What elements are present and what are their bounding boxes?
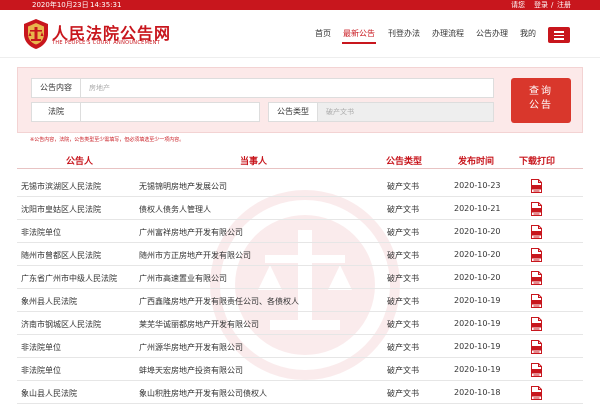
party-cell[interactable]: 广州富祥房地产开发有限公司	[139, 227, 243, 238]
nav-latest-announcements[interactable]: 最新公告	[343, 28, 375, 39]
date-cell: 2020-10-19	[454, 342, 501, 351]
date-cell: 2020-10-20	[454, 250, 501, 259]
type-cell: 破产文书	[387, 343, 419, 352]
search-panel: 公告内容 房地产 法院 公告类型 破产文书 查询 公告	[17, 67, 583, 133]
menu-icon[interactable]	[548, 27, 570, 43]
pdf-download-icon[interactable]	[531, 179, 542, 193]
party-cell[interactable]: 广州市高速置业有限公司	[139, 273, 227, 284]
pdf-download-icon[interactable]	[531, 225, 542, 239]
table-row[interactable]: 象州县人民法院 广西鑫隆房地产开发有限责任公司、各债权人 破产文书 2020-10-1…	[17, 289, 583, 312]
greeting-text: 请您	[511, 1, 525, 9]
query-button-line1: 查询	[529, 86, 553, 97]
nav-announcement-handling[interactable]: 公告办理	[476, 28, 508, 39]
party-cell[interactable]: 象山积胜房地产开发有限公司债权人	[139, 388, 267, 399]
table-row[interactable]: 非法院单位 广州源华房地产开发有限公司 破产文书 2020-10-19	[17, 335, 583, 358]
search-hint: ※公告内容，法院，公告类型至少需填写，但必须填选至少一项内容。	[30, 137, 185, 143]
pdf-download-icon[interactable]	[531, 317, 542, 331]
header-date: 发布时间	[458, 157, 495, 167]
party-cell[interactable]: 广州源华房地产开发有限公司	[139, 342, 243, 353]
pdf-download-icon[interactable]	[531, 363, 542, 377]
party-cell[interactable]: 莱芜华诚丽都房地产开发有限公司	[139, 319, 259, 330]
announcer-cell: 象州县人民法院	[21, 297, 77, 306]
header-party: 当事人	[240, 157, 268, 167]
top-bar: 2020年10月23日 14:35:31 请您 登录 / 注册	[0, 0, 600, 10]
type-cell: 破产文书	[387, 274, 419, 283]
type-cell: 破产文书	[387, 389, 419, 398]
announcer-cell: 随州市曾都区人民法院	[21, 251, 101, 260]
court-label: 法院	[31, 102, 81, 122]
announcer-cell: 济南市钢城区人民法院	[21, 320, 101, 329]
category-select[interactable]: 破产文书	[317, 102, 494, 122]
table-row[interactable]: 沈阳市皇姑区人民法院 债权人债务人管理人 破产文书 2020-10-21	[17, 197, 583, 220]
login-separator: /	[551, 1, 554, 9]
pdf-download-icon[interactable]	[531, 202, 542, 216]
header-divider	[17, 168, 583, 169]
announcer-cell: 象山县人民法院	[21, 389, 77, 398]
date-cell: 2020-10-18	[454, 388, 501, 397]
active-nav-underline	[342, 42, 376, 44]
announcer-cell: 无锡市滨湖区人民法院	[21, 182, 101, 191]
query-announcement-button[interactable]: 查询 公告	[511, 78, 571, 123]
pdf-download-icon[interactable]	[531, 294, 542, 308]
type-cell: 破产文书	[387, 366, 419, 375]
table-row[interactable]: 广东省广州市中级人民法院 广州市高速置业有限公司 破产文书 2020-10-20	[17, 266, 583, 289]
nav-process[interactable]: 办理流程	[432, 28, 464, 39]
court-emblem-icon[interactable]	[22, 18, 50, 50]
date-cell: 2020-10-19	[454, 365, 501, 374]
content-label: 公告内容	[31, 78, 81, 98]
announcer-cell: 非法院单位	[21, 228, 61, 237]
pdf-download-icon[interactable]	[531, 271, 542, 285]
party-cell[interactable]: 无锡锦明房地产发展公司	[139, 181, 227, 192]
announcer-cell: 非法院单位	[21, 366, 61, 375]
party-cell[interactable]: 随州市方正房地产开发有限公司	[139, 250, 251, 261]
pdf-download-icon[interactable]	[531, 248, 542, 262]
pdf-download-icon[interactable]	[531, 386, 542, 400]
table-row[interactable]: 随州市曾都区人民法院 随州市方正房地产开发有限公司 破产文书 2020-10-20	[17, 243, 583, 266]
table-row[interactable]: 象山县人民法院 象山积胜房地产开发有限公司债权人 破产文书 2020-10-18	[17, 381, 583, 404]
party-cell[interactable]: 债权人债务人管理人	[139, 204, 211, 215]
party-cell[interactable]: 蚌埠天宏房地产投资有限公司	[139, 365, 243, 376]
date-cell: 2020-10-23	[454, 181, 501, 190]
nav-home[interactable]: 首页	[315, 28, 331, 39]
content-input[interactable]: 房地产	[80, 78, 494, 98]
table-row[interactable]: 无锡市滨湖区人民法院 无锡锦明房地产发展公司 破产文书 2020-10-23	[17, 174, 583, 197]
date-cell: 2020-10-19	[454, 319, 501, 328]
query-button-line2: 公告	[529, 100, 553, 111]
current-time: 14:35:31	[90, 1, 122, 9]
current-date: 2020年10月23日	[32, 1, 89, 9]
type-cell: 破产文书	[387, 251, 419, 260]
nav-publishing-method[interactable]: 刊登办法	[388, 28, 420, 39]
type-cell: 破产文书	[387, 205, 419, 214]
party-cell[interactable]: 广西鑫隆房地产开发有限责任公司、各债权人	[139, 296, 299, 307]
table-row[interactable]: 非法院单位 广州富祥房地产开发有限公司 破产文书 2020-10-20	[17, 220, 583, 243]
type-cell: 破产文书	[387, 182, 419, 191]
type-cell: 破产文书	[387, 228, 419, 237]
date-cell: 2020-10-20	[454, 273, 501, 282]
category-label: 公告类型	[268, 102, 318, 122]
site-header: 人民法院公告网 THE PEOPLE'S COURT ANNOUNCEMENT …	[0, 10, 600, 58]
type-cell: 破产文书	[387, 320, 419, 329]
type-cell: 破产文书	[387, 297, 419, 306]
register-link[interactable]: 注册	[557, 0, 571, 10]
nav-mine[interactable]: 我的	[520, 28, 536, 39]
header-type: 公告类型	[386, 157, 423, 167]
header-announcer: 公告人	[66, 157, 94, 167]
table-row[interactable]: 济南市钢城区人民法院 莱芜华诚丽都房地产开发有限公司 破产文书 2020-10-19	[17, 312, 583, 335]
date-cell: 2020-10-20	[454, 227, 501, 236]
header-download: 下载打印	[519, 157, 556, 167]
announcer-cell: 非法院单位	[21, 343, 61, 352]
table-row[interactable]: 非法院单位 蚌埠天宏房地产投资有限公司 破产文书 2020-10-19	[17, 358, 583, 381]
login-link[interactable]: 登录	[534, 0, 548, 10]
site-subtitle: THE PEOPLE'S COURT ANNOUNCEMENT	[52, 40, 161, 46]
announcer-cell: 沈阳市皇姑区人民法院	[21, 205, 101, 214]
date-cell: 2020-10-21	[454, 204, 501, 213]
court-input[interactable]	[80, 102, 260, 122]
pdf-download-icon[interactable]	[531, 340, 542, 354]
announcer-cell: 广东省广州市中级人民法院	[21, 274, 117, 283]
date-cell: 2020-10-19	[454, 296, 501, 305]
